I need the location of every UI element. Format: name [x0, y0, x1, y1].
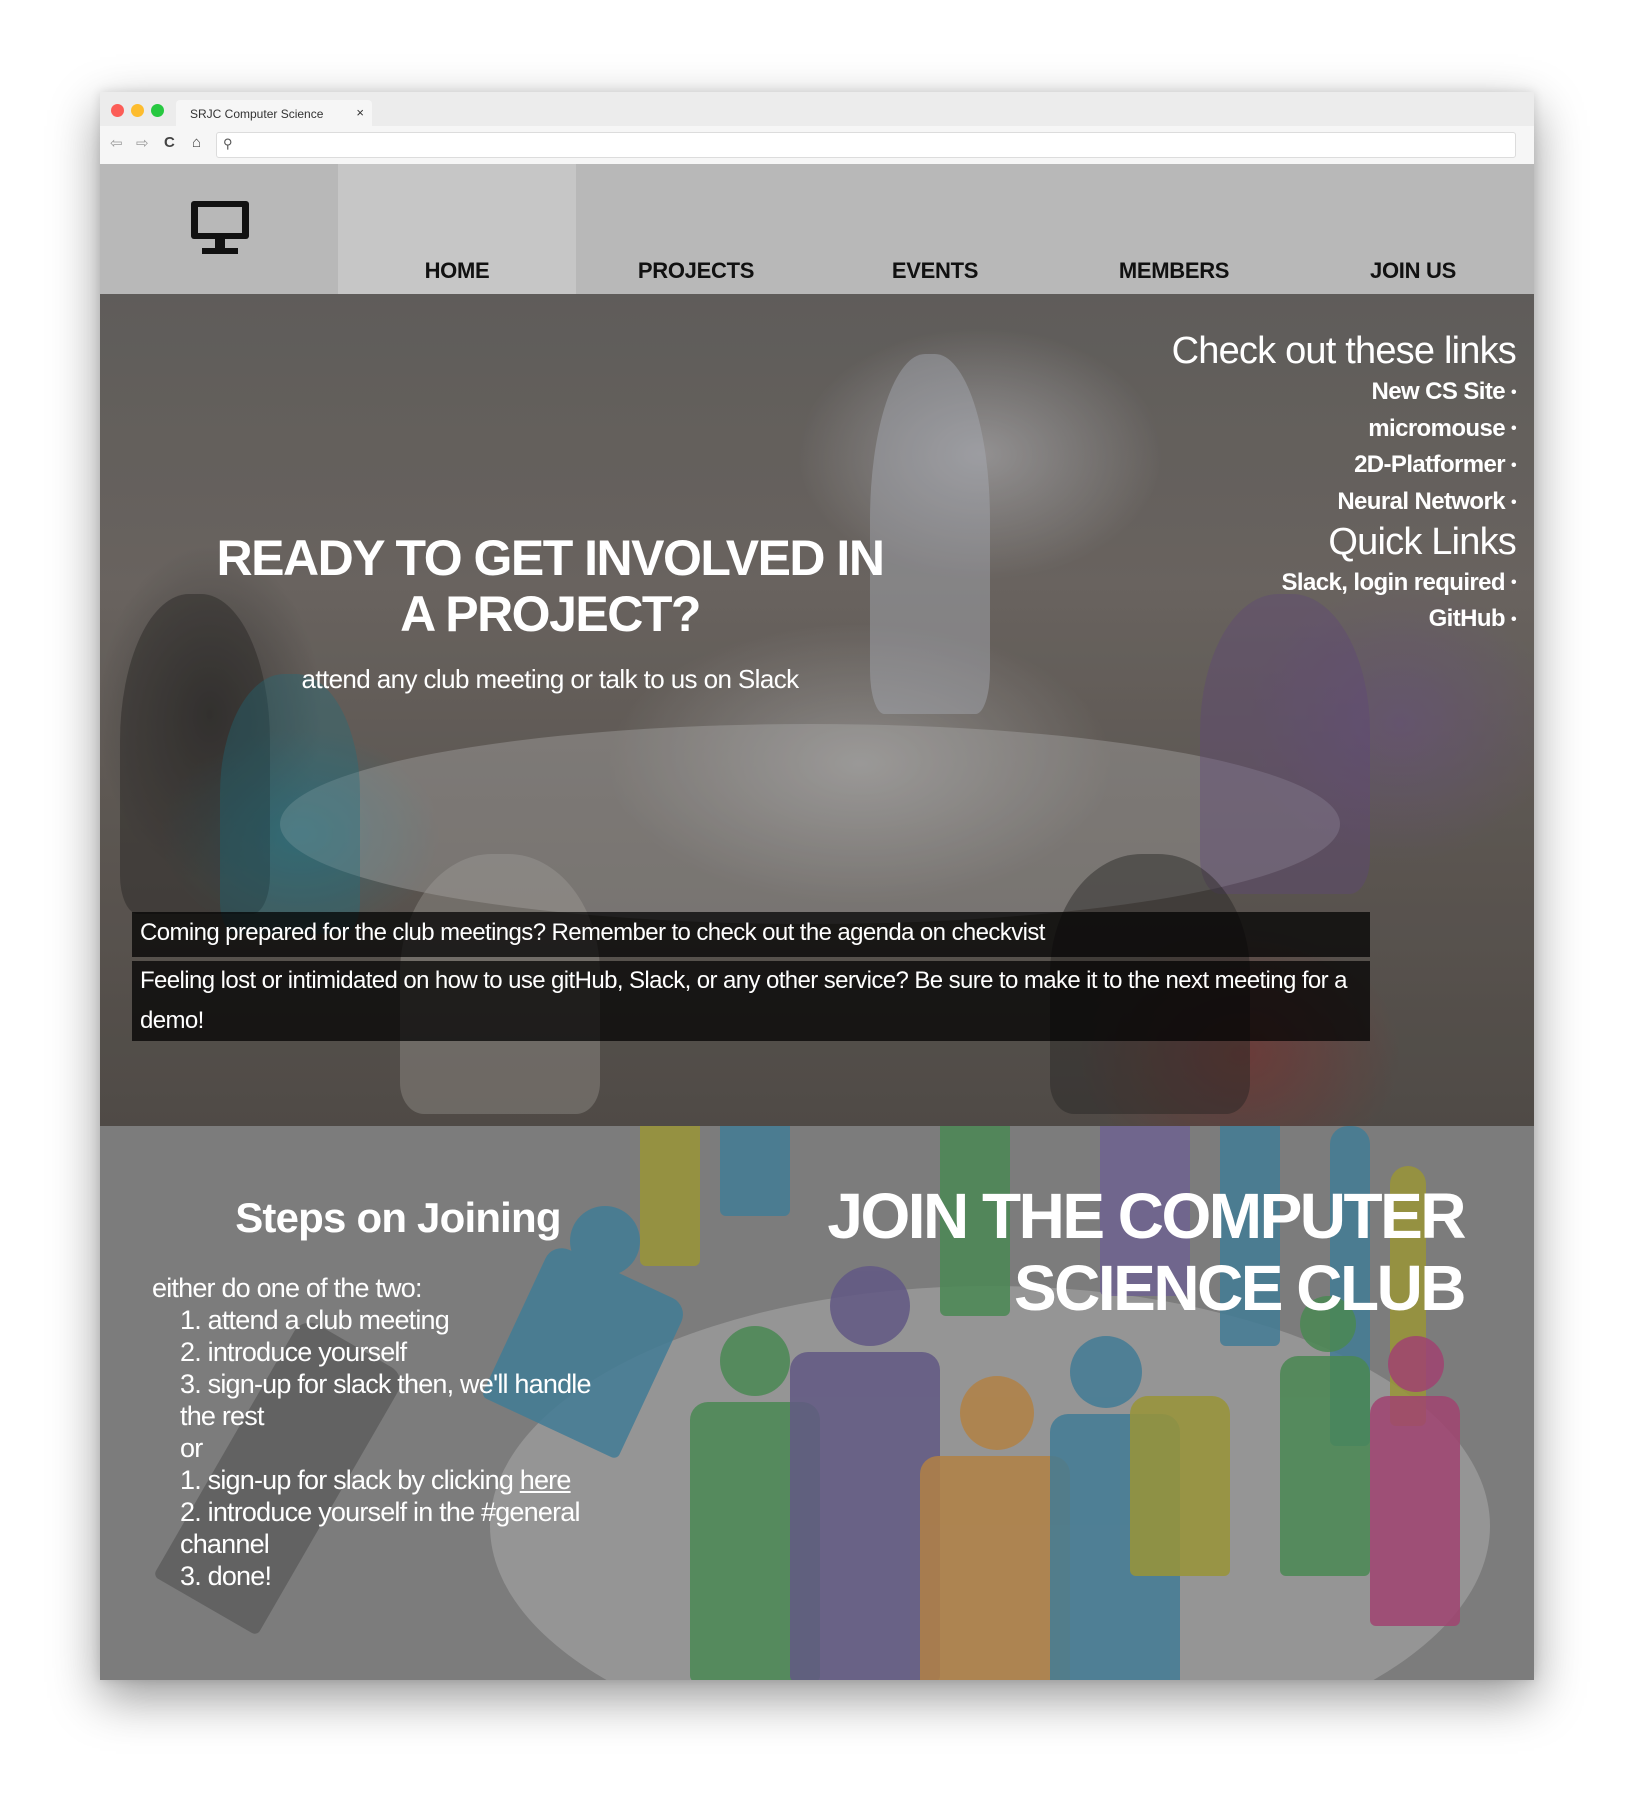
- link-label: GitHub: [1428, 605, 1506, 633]
- link-github[interactable]: GitHub •: [996, 601, 1517, 638]
- step-item: 3. sign-up for slack then, we'll handle …: [152, 1368, 622, 1432]
- close-window-button[interactable]: [111, 104, 124, 117]
- step-item: 3. done!: [180, 1561, 272, 1591]
- bullet: •: [1510, 456, 1517, 474]
- nav-home-label: HOME: [424, 258, 490, 283]
- link-label: micromouse: [1368, 414, 1505, 442]
- browser-titlebar: SRJC Computer Science ×: [100, 92, 1534, 126]
- link-micromouse[interactable]: micromouse •: [996, 411, 1516, 448]
- link-2d-platformer[interactable]: 2D-Platformer •: [996, 447, 1517, 484]
- nav-events-label: EVENTS: [891, 258, 979, 283]
- minimize-window-button[interactable]: [131, 104, 144, 117]
- browser-toolbar: ⇦ ⇨ C ⌂ ⚲: [100, 126, 1534, 165]
- join-headline: JOIN THE COMPUTER SCIENCE CLUB: [827, 1180, 1466, 1324]
- steps-body: either do one of the two: 1. attend a cl…: [152, 1272, 622, 1592]
- tab-close-icon[interactable]: ×: [356, 105, 364, 120]
- notice-demo: Feeling lost or intimidated on how to us…: [132, 961, 1370, 1041]
- slack-signup-link[interactable]: here: [520, 1465, 572, 1495]
- web-page: HOME PROJECTS EVENTS MEMBERS JOIN US REA…: [100, 164, 1534, 1680]
- nav-projects[interactable]: PROJECTS: [577, 164, 815, 294]
- links-panel: Check out these links New CS Site • micro…: [996, 328, 1517, 638]
- link-new-cs-site[interactable]: New CS Site •: [996, 374, 1517, 411]
- link-label: 2D-Platformer: [1354, 451, 1506, 479]
- bullet: •: [1510, 574, 1517, 592]
- nav-members[interactable]: MEMBERS: [1055, 164, 1293, 294]
- hero-section: READY TO GET INVOLVED IN A PROJECT? atte…: [100, 294, 1534, 1126]
- steps-title: Steps on Joining: [235, 1194, 561, 1241]
- link-slack[interactable]: Slack, login required •: [996, 565, 1517, 602]
- reload-icon[interactable]: C: [164, 134, 175, 151]
- nav-join-us[interactable]: JOIN US: [1294, 164, 1532, 294]
- nav-projects-label: PROJECTS: [637, 258, 755, 283]
- link-label: New CS Site: [1371, 378, 1506, 405]
- step-item: 1. attend a club meeting: [180, 1305, 450, 1335]
- notice-agenda: Coming prepared for the club meetings? R…: [132, 912, 1370, 957]
- hero-subheadline: attend any club meeting or talk to us on…: [301, 664, 799, 694]
- link-label: Slack, login required: [1281, 568, 1506, 596]
- nav-join-us-label: JOIN US: [1370, 258, 1456, 283]
- nav-events[interactable]: EVENTS: [816, 164, 1054, 294]
- join-section: Steps on Joining either do one of the tw…: [100, 1126, 1534, 1680]
- monitor-icon[interactable]: [188, 198, 252, 258]
- link-neural-network[interactable]: Neural Network •: [996, 484, 1516, 521]
- step-item: 2. introduce yourself: [180, 1337, 407, 1367]
- maximize-window-button[interactable]: [151, 104, 164, 117]
- browser-window: SRJC Computer Science × ⇦ ⇨ C ⌂ ⚲ HOME P…: [100, 92, 1534, 1680]
- links-title: Check out these links: [1171, 330, 1517, 372]
- link-label: Neural Network: [1337, 487, 1505, 515]
- tab-title: SRJC Computer Science: [190, 107, 324, 121]
- back-arrow-icon[interactable]: ⇦: [110, 134, 123, 152]
- quick-links-title: Quick Links: [1328, 520, 1516, 563]
- bullet: •: [1510, 383, 1517, 401]
- browser-tab[interactable]: SRJC Computer Science ×: [176, 100, 372, 126]
- forward-arrow-icon[interactable]: ⇨: [136, 134, 149, 152]
- steps-intro: either do one of the two:: [152, 1273, 423, 1303]
- hero-headline: READY TO GET INVOLVED IN A PROJECT?: [216, 530, 885, 642]
- site-navbar: HOME PROJECTS EVENTS MEMBERS JOIN US: [100, 164, 1534, 294]
- step-text: 3. sign-up for slack then, we'll handle …: [180, 1369, 592, 1431]
- step-item: 2. introduce yourself in the #general ch…: [180, 1497, 580, 1559]
- bullet: •: [1510, 493, 1517, 511]
- search-icon: ⚲: [223, 136, 233, 151]
- nav-members-label: MEMBERS: [1118, 258, 1230, 283]
- home-icon[interactable]: ⌂: [192, 134, 201, 151]
- nav-home[interactable]: HOME: [338, 164, 576, 294]
- address-bar[interactable]: ⚲: [216, 132, 1516, 158]
- steps-or: or: [180, 1433, 203, 1463]
- bullet: •: [1510, 420, 1517, 438]
- step-text: 1. sign-up for slack by clicking: [180, 1465, 520, 1495]
- step-item: 1. sign-up for slack by clicking here: [152, 1464, 622, 1496]
- bullet: •: [1510, 610, 1517, 628]
